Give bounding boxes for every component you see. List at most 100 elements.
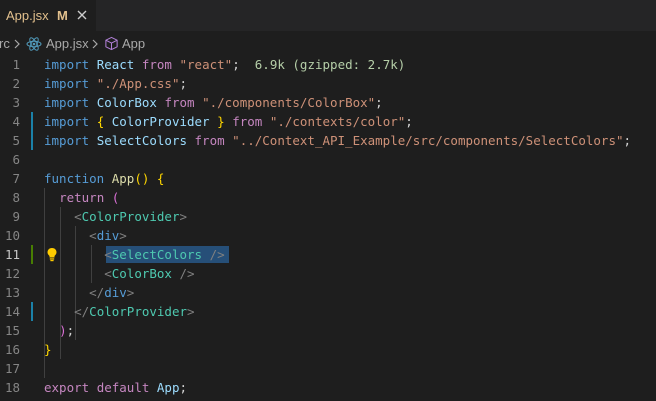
- code-line[interactable]: 6: [0, 150, 656, 169]
- code-line[interactable]: 10 <div>: [0, 226, 656, 245]
- code-token: (): [134, 171, 150, 186]
- line-number: 4: [12, 114, 20, 129]
- code-token: ;: [405, 114, 413, 129]
- line-number: 5: [12, 133, 20, 148]
- code-line[interactable]: 13 </div>: [0, 283, 656, 302]
- line-number: 13: [4, 285, 20, 300]
- code-line[interactable]: 9 <ColorProvider>: [0, 207, 656, 226]
- code-editor[interactable]: 1 import React from "react"; 6.9k (gzippe…: [0, 55, 656, 401]
- tab-app-jsx[interactable]: App.jsx M: [0, 0, 96, 31]
- breadcrumb-folder[interactable]: rc: [0, 36, 10, 51]
- code-token: ;: [179, 76, 188, 91]
- code-token: div: [96, 228, 120, 243]
- code-line[interactable]: 4 import { ColorProvider } from "./contex…: [0, 112, 656, 131]
- code-text: }: [44, 340, 52, 359]
- code-text: <ColorBox />: [44, 264, 195, 283]
- modified-line-indicator[interactable]: [31, 112, 33, 131]
- code-line[interactable]: 16}: [0, 340, 656, 359]
- added-line-indicator[interactable]: [31, 245, 33, 264]
- code-token: >: [126, 285, 135, 300]
- line-number: 7: [12, 171, 20, 186]
- code-token: from: [141, 57, 172, 72]
- cube-icon: [105, 36, 118, 51]
- line-number: 2: [12, 76, 20, 91]
- breadcrumb: rc App.jsx App: [0, 31, 656, 55]
- code-line[interactable]: 14 </ColorProvider>: [0, 302, 656, 321]
- code-line[interactable]: 12 <ColorBox />: [0, 264, 656, 283]
- code-line[interactable]: 2 import "./App.css";: [0, 74, 656, 93]
- code-token: function: [44, 171, 105, 186]
- line-number: 14: [4, 304, 20, 319]
- code-token: <: [89, 228, 97, 243]
- code-line[interactable]: 7 function App() {: [0, 169, 656, 188]
- code-token: <: [104, 247, 112, 262]
- code-token: ;: [375, 95, 383, 110]
- code-token: <: [74, 209, 82, 224]
- line-number: 6: [12, 152, 20, 167]
- code-token: </: [89, 285, 105, 300]
- line-number: 11: [4, 247, 20, 262]
- code-line[interactable]: 8 return (: [0, 188, 656, 207]
- code-token: div: [104, 285, 127, 300]
- line-number: 9: [12, 209, 20, 224]
- tab-bar: App.jsx M: [0, 0, 656, 31]
- code-token: (: [111, 190, 120, 205]
- breadcrumb-symbol[interactable]: App: [122, 36, 145, 51]
- modified-line-indicator[interactable]: [31, 302, 33, 321]
- code-line[interactable]: 18 export default App;: [0, 378, 656, 397]
- tab-filename: App.jsx: [6, 8, 49, 23]
- code-token: export: [44, 380, 90, 395]
- code-token: }: [217, 114, 225, 129]
- code-token: "react": [179, 57, 233, 72]
- code-text: <div>: [44, 226, 127, 245]
- close-icon[interactable]: [74, 7, 90, 23]
- chevron-right-icon: [92, 39, 98, 49]
- breadcrumb-file[interactable]: App.jsx: [46, 36, 89, 51]
- code-text: import { ColorProvider } from "./context…: [44, 112, 413, 131]
- code-line[interactable]: 5 import SelectColors from "../Context_AP…: [0, 131, 656, 150]
- code-token: <: [104, 266, 112, 281]
- code-token: >: [119, 228, 127, 243]
- modified-line-indicator[interactable]: [31, 131, 33, 150]
- code-text: import ColorBox from "./components/Color…: [44, 93, 383, 112]
- code-line[interactable]: 1 import React from "react"; 6.9k (gzippe…: [0, 55, 656, 74]
- code-text: export default App;: [44, 378, 187, 397]
- line-number: 8: [12, 190, 20, 205]
- code-text: import "./App.css";: [44, 74, 187, 93]
- line-number: 16: [4, 342, 20, 357]
- line-number: 1: [12, 57, 20, 72]
- code-line[interactable]: 3 import ColorBox from "./components/Colo…: [0, 93, 656, 112]
- code-line[interactable]: 11 <SelectColors />: [0, 245, 656, 264]
- code-token: import: [44, 76, 90, 91]
- code-line[interactable]: 15 );: [0, 321, 656, 340]
- code-token: }: [44, 342, 52, 357]
- code-token: ColorProvider: [89, 304, 188, 319]
- code-token: App: [111, 171, 135, 186]
- code-line[interactable]: 17: [0, 359, 656, 378]
- code-token: SelectColors: [96, 133, 187, 148]
- modified-badge: M: [57, 8, 68, 23]
- code-token: ;: [66, 323, 75, 338]
- code-text: import SelectColors from "../Context_API…: [44, 131, 631, 150]
- code-token: />: [179, 266, 195, 281]
- line-number: 3: [12, 95, 20, 110]
